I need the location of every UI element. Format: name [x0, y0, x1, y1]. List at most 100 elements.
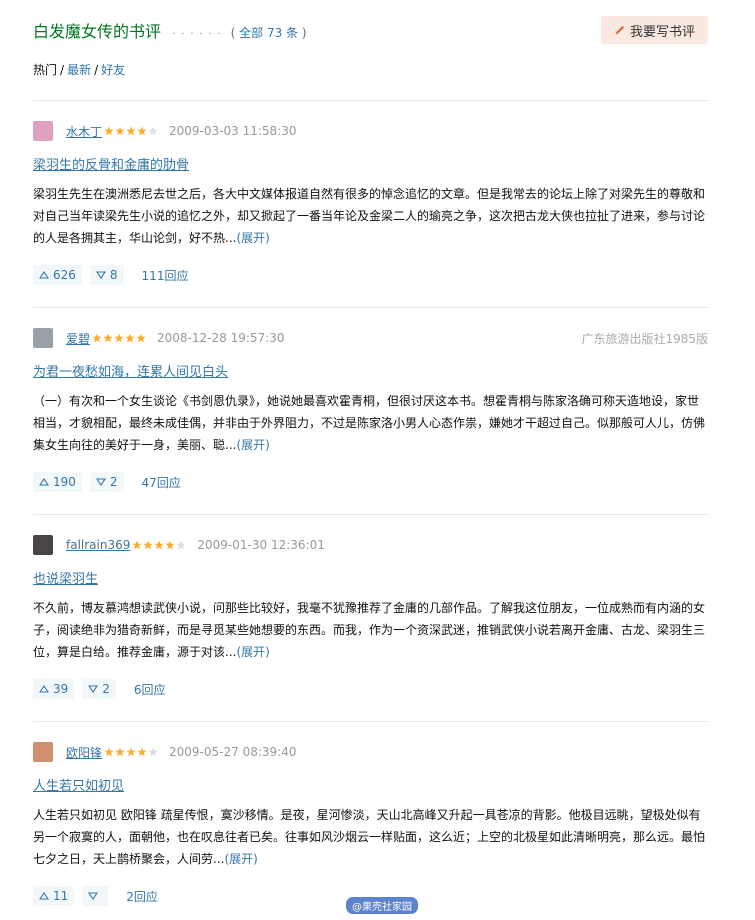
downvote-button[interactable]: 8 [89, 265, 124, 285]
rating-stars [104, 747, 159, 757]
expand-link[interactable]: (展开) [236, 645, 269, 659]
upvote-button[interactable]: 39 [33, 679, 75, 699]
star-icon [115, 126, 125, 136]
up-arrow-icon [39, 478, 49, 486]
review-content: （一）有次和一个女生谈论《书剑恩仇录》，她说她最喜欢霍青桐，但很讨厌这本书。想霍… [33, 390, 708, 456]
review-author[interactable]: fallrain369 [66, 538, 130, 552]
star-icon [165, 540, 175, 550]
rating-stars [104, 126, 159, 136]
all-reviews-link[interactable]: 全部 73 条 [239, 26, 298, 40]
upvote-count: 11 [53, 889, 69, 903]
rating-stars [92, 333, 147, 343]
review-meta: 爱碧 2008-12-28 19:57:30 广东旅游出版社1985版 [33, 328, 708, 348]
downvote-button[interactable]: 2 [82, 679, 116, 699]
avatar[interactable] [33, 121, 53, 141]
review-actions: 11 2回应 [33, 886, 158, 906]
downvote-count: 8 [109, 268, 118, 282]
pencil-icon [615, 26, 624, 35]
down-arrow-icon [88, 892, 99, 900]
review-meta: 水木丁 2009-03-03 11:58:30 [33, 121, 708, 141]
sort-friends[interactable]: 好友 [101, 63, 125, 77]
sort-latest[interactable]: 最新 [67, 63, 91, 77]
star-icon [176, 540, 186, 550]
review-excerpt: 人生若只如初见 欧阳锋 疏星传恨，寞沙移情。是夜，星河惨淡，天山北高峰又升起一具… [33, 808, 706, 866]
sort-hot[interactable]: 热门 [33, 63, 57, 77]
rating-stars [132, 540, 187, 550]
star-icon [132, 540, 142, 550]
review-title[interactable]: 梁羽生的反骨和金庸的肋骨 [33, 154, 189, 173]
star-icon [143, 540, 153, 550]
review-content: 人生若只如初见 欧阳锋 疏星传恨，寞沙移情。是夜，星河惨淡，天山北高峰又升起一具… [33, 804, 708, 870]
star-icon [126, 747, 136, 757]
upvote-count: 190 [53, 475, 76, 489]
write-review-button[interactable]: 我要写书评 [601, 16, 708, 44]
review-item: 欧阳锋 2009-05-27 08:39:40 人生若只如初见人生若只如初见 欧阳锋… [33, 721, 708, 920]
review-item: 水木丁 2009-03-03 11:58:30 梁羽生的反骨和金庸的肋骨梁羽生先生在… [33, 100, 708, 308]
review-time: 2009-05-27 08:39:40 [169, 745, 297, 759]
star-icon [114, 333, 124, 343]
star-icon [104, 747, 114, 757]
upvote-count: 39 [53, 682, 69, 696]
sort-separator: / [60, 63, 65, 77]
downvote-count: 2 [102, 682, 110, 696]
downvote-button[interactable] [82, 886, 109, 906]
review-excerpt: 梁羽生先生在澳洲悉尼去世之后，各大中文媒体报道自然有很多的悼念追忆的文章。但是我… [33, 187, 706, 245]
review-actions: 190 2 47回应 [33, 472, 181, 492]
reply-link[interactable]: 111回应 [142, 267, 189, 284]
down-arrow-icon [95, 271, 106, 279]
downvote-count: 2 [109, 475, 118, 489]
avatar[interactable] [33, 535, 53, 555]
write-review-label: 我要写书评 [629, 24, 695, 40]
review-time: 2008-12-28 19:57:30 [157, 331, 285, 345]
up-arrow-icon [39, 271, 49, 279]
review-meta: fallrain369 2009-01-30 12:36:01 [33, 535, 708, 555]
review-title[interactable]: 人生若只如初见 [33, 775, 124, 794]
reply-link[interactable]: 2回应 [126, 888, 158, 905]
count-close: ) [298, 26, 307, 40]
upvote-count: 626 [53, 268, 76, 282]
up-arrow-icon [39, 892, 49, 900]
sort-tabs: 热门 / 最新 / 好友 [33, 61, 125, 78]
star-icon [103, 333, 113, 343]
upvote-button[interactable]: 626 [33, 265, 82, 285]
review-edition[interactable]: 广东旅游出版社1985版 [581, 330, 708, 347]
upvote-button[interactable]: 190 [33, 472, 82, 492]
expand-link[interactable]: (展开) [236, 438, 269, 452]
star-icon [136, 333, 146, 343]
downvote-button[interactable]: 2 [89, 472, 124, 492]
star-icon [148, 747, 158, 757]
reply-link[interactable]: 6回应 [134, 681, 166, 698]
review-actions: 39 2 6回应 [33, 679, 166, 699]
avatar[interactable] [33, 328, 53, 348]
review-author[interactable]: 爱碧 [66, 330, 90, 347]
avatar[interactable] [33, 742, 53, 762]
star-icon [125, 333, 135, 343]
page-title: 白发魔女传的书评 · · · · · · ( 全部 73 条 ) [33, 18, 307, 42]
review-excerpt: （一）有次和一个女生谈论《书剑恩仇录》，她说她最喜欢霍青桐，但很讨厌这本书。想霍… [33, 394, 706, 452]
star-icon [148, 126, 158, 136]
review-title[interactable]: 也说梁羽生 [33, 568, 98, 587]
review-time: 2009-03-03 11:58:30 [169, 124, 297, 138]
review-title[interactable]: 为君一夜愁如海，连累人间见白头 [33, 361, 228, 380]
reply-link[interactable]: 47回应 [142, 474, 181, 491]
star-icon [104, 126, 114, 136]
review-count: ( 全部 73 条 ) [231, 26, 307, 40]
review-item: fallrain369 2009-01-30 12:36:01 也说梁羽生不久前，博… [33, 514, 708, 722]
star-icon [92, 333, 102, 343]
review-time: 2009-01-30 12:36:01 [197, 538, 325, 552]
star-icon [154, 540, 164, 550]
review-author[interactable]: 水木丁 [66, 123, 102, 140]
expand-link[interactable]: (展开) [224, 852, 257, 866]
expand-link[interactable]: (展开) [236, 231, 269, 245]
star-icon [115, 747, 125, 757]
page-header: 白发魔女传的书评 · · · · · · ( 全部 73 条 ) 我要写书评 [33, 14, 708, 48]
down-arrow-icon [88, 685, 99, 693]
review-author[interactable]: 欧阳锋 [66, 744, 102, 761]
star-icon [137, 747, 147, 757]
star-icon [126, 126, 136, 136]
watermark: @果壳社家园 [346, 897, 418, 914]
title-dots: · · · · · · [172, 27, 222, 40]
review-excerpt: 不久前，博友慕鸿想读武侠小说，问那些比较好，我毫不犹豫推荐了金庸的几部作品。了解… [33, 601, 706, 659]
upvote-button[interactable]: 11 [33, 886, 75, 906]
down-arrow-icon [95, 478, 106, 486]
